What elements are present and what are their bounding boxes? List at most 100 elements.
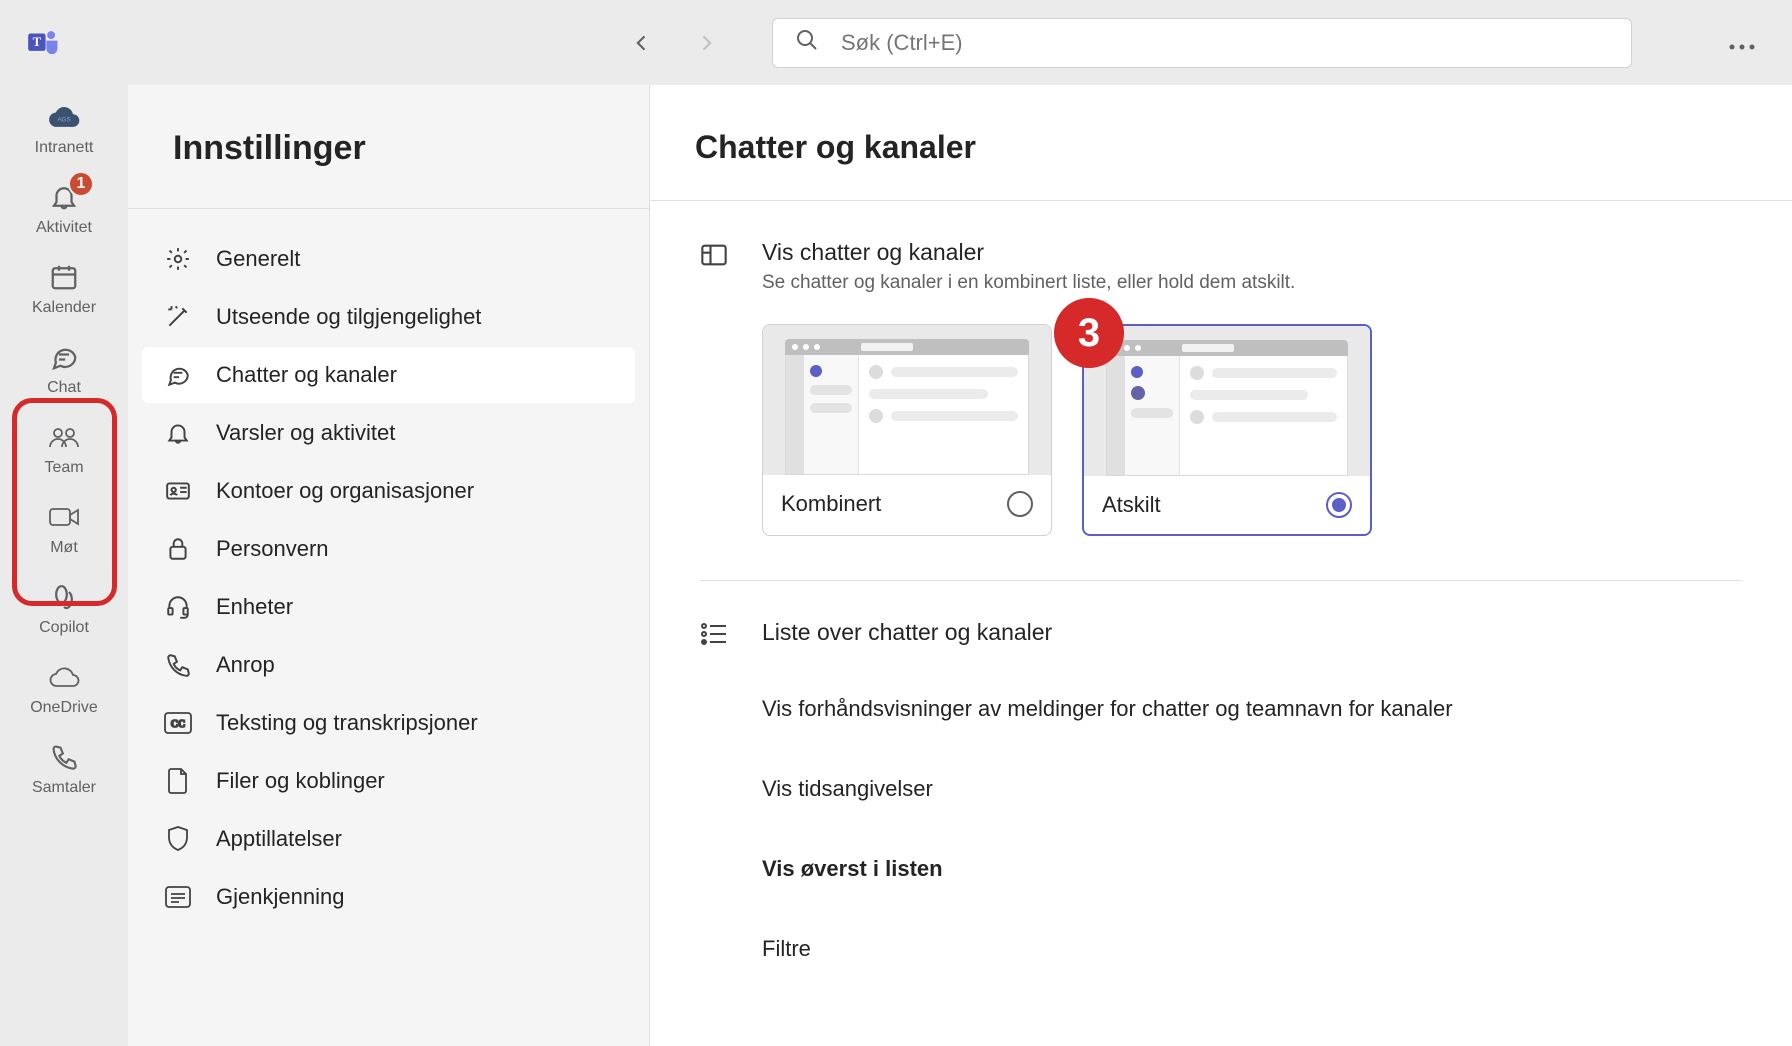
list-icon bbox=[700, 620, 732, 651]
more-button[interactable] bbox=[1716, 19, 1768, 67]
onedrive-icon bbox=[46, 659, 82, 695]
annotation-number-badge: 3 bbox=[1054, 298, 1124, 368]
view-mode-heading: Vis chatter og kanaler bbox=[762, 239, 1742, 266]
rail-label: Møt bbox=[50, 539, 78, 557]
settings-item-appearance[interactable]: Utseende og tilgjengelighet bbox=[142, 289, 635, 345]
search-box[interactable] bbox=[772, 18, 1632, 68]
search-input[interactable] bbox=[841, 30, 1609, 56]
rail-item-aktivitet[interactable]: 1 Aktivitet bbox=[14, 169, 114, 245]
layout-icon bbox=[700, 239, 732, 294]
option-show-previews[interactable]: Vis forhåndsvisninger av meldinger for c… bbox=[762, 696, 1742, 722]
rail-item-onedrive[interactable]: OneDrive bbox=[14, 649, 114, 725]
option-show-top: Vis øverst i listen bbox=[762, 856, 1742, 882]
settings-item-accounts[interactable]: Kontoer og organisasjoner bbox=[142, 463, 635, 519]
rail-label: Aktivitet bbox=[36, 219, 92, 237]
settings-item-label: Anrop bbox=[216, 652, 275, 678]
radio-combined[interactable] bbox=[1007, 491, 1033, 517]
phone-icon bbox=[46, 739, 82, 775]
settings-title: Innstillinger bbox=[128, 85, 649, 209]
svg-text:AGS: AGS bbox=[57, 117, 70, 124]
rail-label: Intranett bbox=[35, 139, 94, 157]
forward-button[interactable] bbox=[684, 21, 728, 65]
option-card-separate[interactable]: Atskilt bbox=[1082, 324, 1372, 536]
svg-text:T: T bbox=[33, 35, 42, 49]
list-heading: Liste over chatter og kanaler bbox=[762, 619, 1052, 646]
preview-combined bbox=[763, 325, 1051, 475]
cloud-icon: AGS bbox=[46, 99, 82, 135]
settings-item-label: Apptillatelser bbox=[216, 826, 342, 852]
calendar-icon bbox=[46, 259, 82, 295]
rail-item-copilot[interactable]: Copilot bbox=[14, 569, 114, 645]
preview-separate bbox=[1084, 326, 1370, 476]
headset-icon bbox=[164, 593, 192, 621]
file-icon bbox=[164, 767, 192, 795]
rail-item-chat[interactable]: Chat bbox=[14, 329, 114, 405]
settings-item-label: Varsler og aktivitet bbox=[216, 420, 395, 446]
rail-label: Chat bbox=[47, 379, 81, 397]
radio-separate[interactable] bbox=[1326, 492, 1352, 518]
svg-text:CC: CC bbox=[171, 719, 185, 730]
cc-icon: CC bbox=[164, 709, 192, 737]
settings-item-label: Enheter bbox=[216, 594, 293, 620]
settings-item-label: Teksting og transkripsjoner bbox=[216, 710, 478, 736]
settings-item-label: Generelt bbox=[216, 246, 300, 272]
settings-item-notifications[interactable]: Varsler og aktivitet bbox=[142, 405, 635, 461]
chat-icon bbox=[46, 339, 82, 375]
rail-label: Kalender bbox=[32, 299, 96, 317]
option-separate-label: Atskilt bbox=[1102, 492, 1161, 518]
phone-icon bbox=[164, 651, 192, 679]
rail-label: OneDrive bbox=[30, 699, 98, 717]
settings-item-label: Utseende og tilgjengelighet bbox=[216, 304, 481, 330]
settings-item-captions[interactable]: CC Teksting og transkripsjoner bbox=[142, 695, 635, 751]
teams-logo-icon: T bbox=[24, 23, 64, 63]
settings-item-general[interactable]: Generelt bbox=[142, 231, 635, 287]
settings-item-calls[interactable]: Anrop bbox=[142, 637, 635, 693]
settings-item-label: Chatter og kanaler bbox=[216, 362, 397, 388]
option-show-timestamps[interactable]: Vis tidsangivelser bbox=[762, 776, 1742, 802]
settings-item-devices[interactable]: Enheter bbox=[142, 579, 635, 635]
rail-label: Copilot bbox=[39, 619, 89, 637]
search-icon bbox=[795, 28, 819, 57]
settings-item-recognition[interactable]: Gjenkjenning bbox=[142, 869, 635, 925]
chat-bubble-icon bbox=[164, 361, 192, 389]
id-card-icon bbox=[164, 477, 192, 505]
rail-item-team[interactable]: Team bbox=[14, 409, 114, 485]
rail-label: Samtaler bbox=[32, 779, 96, 797]
rail-item-kalender[interactable]: Kalender bbox=[14, 249, 114, 325]
rail-item-samtaler[interactable]: Samtaler bbox=[14, 729, 114, 805]
view-mode-section: Vis chatter og kanaler Se chatter og kan… bbox=[650, 201, 1792, 536]
settings-item-label: Personvern bbox=[216, 536, 329, 562]
settings-item-chats-channels[interactable]: Chatter og kanaler bbox=[142, 347, 635, 403]
settings-item-files[interactable]: Filer og koblinger bbox=[142, 753, 635, 809]
settings-item-permissions[interactable]: Apptillatelser bbox=[142, 811, 635, 867]
bell-icon bbox=[164, 419, 192, 447]
lock-icon bbox=[164, 535, 192, 563]
option-card-combined[interactable]: Kombinert bbox=[762, 324, 1052, 536]
option-filters[interactable]: Filtre bbox=[762, 936, 1742, 962]
gear-icon bbox=[164, 245, 192, 273]
video-icon bbox=[46, 499, 82, 535]
back-button[interactable] bbox=[620, 21, 664, 65]
settings-sidebar: Innstillinger Generelt Utseende og tilgj… bbox=[128, 85, 650, 1046]
wand-icon bbox=[164, 303, 192, 331]
option-combined-label: Kombinert bbox=[781, 491, 881, 517]
settings-item-label: Gjenkjenning bbox=[216, 884, 344, 910]
copilot-icon bbox=[46, 579, 82, 615]
page-title: Chatter og kanaler bbox=[650, 85, 1792, 201]
rail-label: Team bbox=[44, 459, 83, 477]
settings-item-label: Filer og koblinger bbox=[216, 768, 385, 794]
shield-icon bbox=[164, 825, 192, 853]
settings-item-privacy[interactable]: Personvern bbox=[142, 521, 635, 577]
people-icon bbox=[46, 419, 82, 455]
text-box-icon bbox=[164, 883, 192, 911]
rail-item-intranett[interactable]: AGS Intranett bbox=[14, 89, 114, 165]
content-pane: Chatter og kanaler Vis chatter og kanale… bbox=[650, 85, 1792, 1046]
rail-item-moet[interactable]: Møt bbox=[14, 489, 114, 565]
view-mode-description: Se chatter og kanaler i en kombinert lis… bbox=[762, 272, 1742, 294]
activity-badge: 1 bbox=[68, 171, 94, 197]
settings-list: Generelt Utseende og tilgjengelighet Cha… bbox=[128, 209, 649, 947]
history-nav bbox=[620, 21, 728, 65]
main-area: AGS Intranett 1 Aktivitet Kalender Chat bbox=[0, 85, 1792, 1046]
settings-item-label: Kontoer og organisasjoner bbox=[216, 478, 474, 504]
titlebar: T bbox=[0, 0, 1792, 85]
